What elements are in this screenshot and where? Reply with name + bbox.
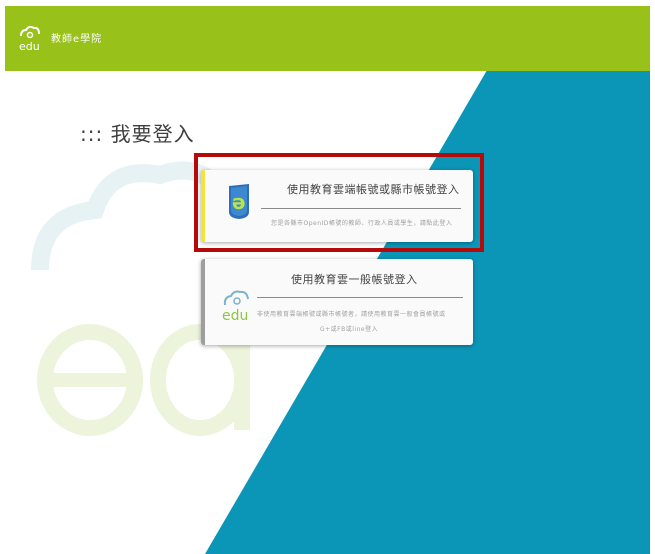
selection-highlight-box xyxy=(194,153,484,252)
page-title: ::: 我要登入 xyxy=(80,122,195,146)
login-option-description-line1: 非使用教育雲端帳號或縣市帳號者，請使用教育雲一般會員帳號或 xyxy=(257,311,446,318)
login-option-title: 使用教育雲一般帳號登入 xyxy=(291,273,418,286)
edu-cloud-icon: edu xyxy=(222,290,249,323)
svg-text:edu: edu xyxy=(222,308,248,323)
edu-cloud-logo-icon[interactable]: edu xyxy=(17,24,43,52)
divider xyxy=(257,297,463,298)
svg-text:edu: edu xyxy=(19,40,40,52)
login-option-description-line2: G+或FB或line登入 xyxy=(320,326,379,333)
site-name[interactable]: 教師e學院 xyxy=(51,30,102,45)
login-option-general-account[interactable]: edu 使用教育雲一般帳號登入 非使用教育雲端帳號或縣市帳號者，請使用教育雲一般… xyxy=(201,259,473,345)
top-header-bar: edu 教師e學院 xyxy=(5,6,650,71)
